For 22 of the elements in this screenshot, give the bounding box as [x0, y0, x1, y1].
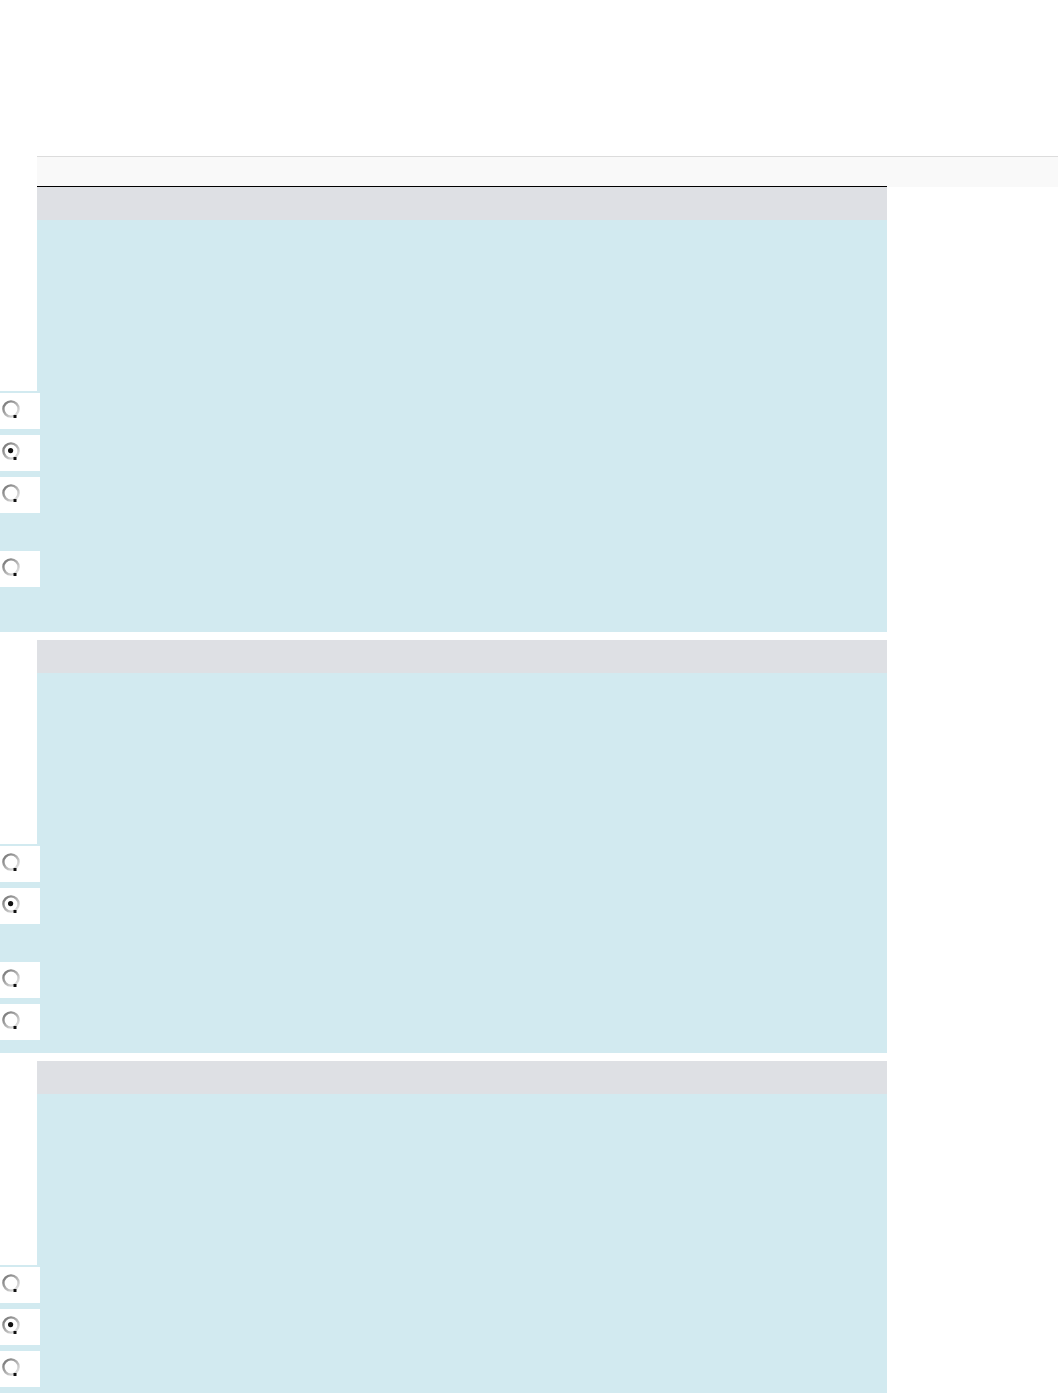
option-tile[interactable]: [0, 846, 40, 882]
option-tile[interactable]: [0, 1004, 40, 1040]
option-tile[interactable]: [0, 1309, 40, 1345]
radio-button[interactable]: [2, 558, 20, 576]
option-tile[interactable]: [0, 962, 40, 998]
radio-button[interactable]: [2, 1316, 20, 1334]
option-tile[interactable]: [0, 888, 40, 924]
option-tile[interactable]: [0, 393, 40, 429]
radio-button[interactable]: [2, 1358, 20, 1376]
option-tile[interactable]: [0, 477, 40, 513]
radio-button[interactable]: [2, 1011, 20, 1029]
option-tile[interactable]: [0, 435, 40, 471]
radio-button[interactable]: [2, 442, 20, 460]
radio-button[interactable]: [2, 400, 20, 418]
radio-button[interactable]: [2, 853, 20, 871]
radio-button[interactable]: [2, 1274, 20, 1292]
option-tile[interactable]: [0, 1351, 40, 1387]
radio-button[interactable]: [2, 484, 20, 502]
radio-button[interactable]: [2, 969, 20, 987]
option-tile[interactable]: [0, 551, 40, 587]
radio-button[interactable]: [2, 895, 20, 913]
option-tile[interactable]: [0, 1267, 40, 1303]
